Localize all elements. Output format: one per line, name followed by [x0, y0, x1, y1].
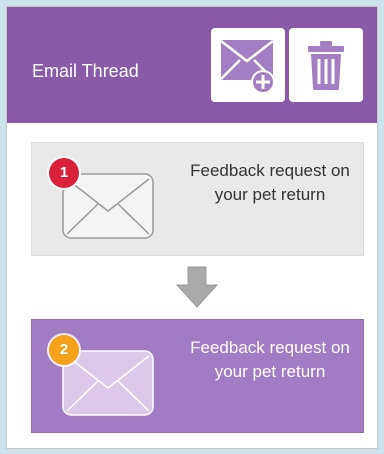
arrow-down-icon [175, 266, 219, 308]
new-email-icon [220, 40, 275, 94]
panel-header: Email Thread [7, 7, 377, 123]
envelope-icon [62, 350, 154, 416]
envelope-icon [62, 173, 154, 239]
thread-message-card-selected[interactable]: 2 Feedback request on your pet return [31, 319, 364, 433]
message-subject: Feedback request on your pet return [190, 338, 350, 381]
new-email-button[interactable] [211, 28, 285, 102]
message-subject: Feedback request on your pet return [190, 161, 350, 204]
email-thread-panel: Email Thread 1 Feedback request on your … [6, 6, 378, 449]
panel-title: Email Thread [32, 61, 139, 81]
delete-thread-button[interactable] [289, 28, 363, 102]
message-number-badge: 1 [49, 158, 79, 188]
message-number-badge: 2 [49, 335, 79, 365]
thread-message-card[interactable]: 1 Feedback request on your pet return [31, 142, 364, 256]
trash-icon [308, 41, 344, 90]
